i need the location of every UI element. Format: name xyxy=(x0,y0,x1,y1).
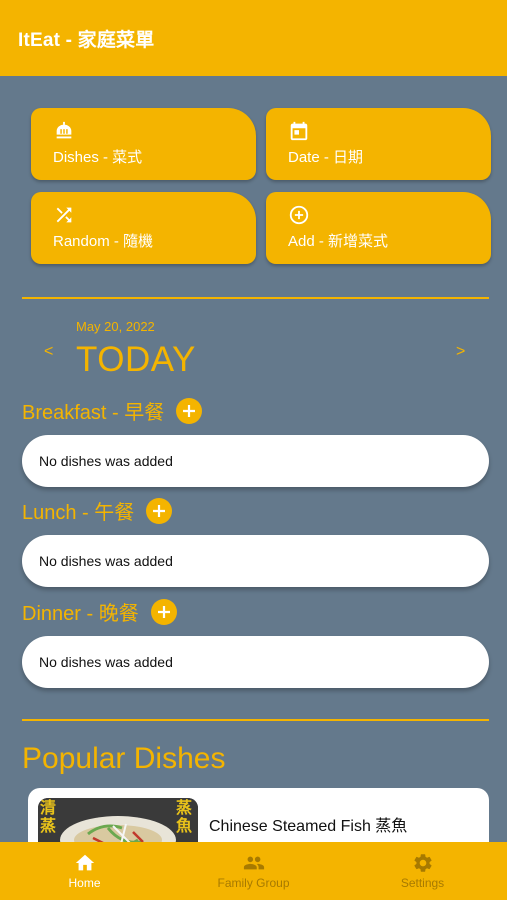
nav-settings-label: Settings xyxy=(400,876,445,890)
dinner-card: No dishes was added xyxy=(22,636,489,688)
breakfast-header: Breakfast - 早餐 xyxy=(22,396,203,425)
nav-home-label: Home xyxy=(68,876,101,890)
random-label: Random - 隨機 xyxy=(53,233,154,250)
gear-icon xyxy=(413,854,432,872)
breakfast-empty-text: No dishes was added xyxy=(39,453,173,469)
dinner-empty-text: No dishes was added xyxy=(39,654,173,670)
lunch-header: Lunch - 午餐 xyxy=(22,496,173,525)
breakfast-title: Breakfast - 早餐 xyxy=(22,402,165,424)
dinner-title: Dinner - 晚餐 xyxy=(22,603,139,625)
people-icon xyxy=(243,856,264,870)
lunch-empty-text: No dishes was added xyxy=(39,553,173,569)
calendar-icon xyxy=(290,121,308,141)
date-label: Date - 日期 xyxy=(288,149,364,166)
lunch-title: Lunch - 午餐 xyxy=(22,502,135,524)
app-bar: ItEat - 家庭菜單 xyxy=(0,0,507,76)
add-label: Add - 新增菜式 xyxy=(288,233,389,250)
add-lunch-button[interactable] xyxy=(146,497,173,524)
nav-family-group-label: Family Group xyxy=(217,876,290,890)
breakfast-card: No dishes was added xyxy=(22,435,489,487)
date-button[interactable]: Date - 日期 xyxy=(266,108,491,180)
next-day-button[interactable]: > xyxy=(456,343,465,361)
plus-icon xyxy=(153,504,166,517)
random-button[interactable]: Random - 隨機 xyxy=(31,192,256,264)
add-breakfast-button[interactable] xyxy=(176,397,203,424)
add-dish-button[interactable]: Add - 新增菜式 xyxy=(266,192,491,264)
plus-icon xyxy=(183,404,196,417)
dinner-header: Dinner - 晚餐 xyxy=(22,597,177,626)
nav-home[interactable]: Home xyxy=(0,842,169,900)
lunch-card: No dishes was added xyxy=(22,535,489,587)
app-title: ItEat - 家庭菜單 xyxy=(18,29,155,51)
day-heading: TODAY xyxy=(76,340,196,379)
dish-image-text-right: 蒸魚 xyxy=(176,800,193,835)
dish-name: Chinese Steamed Fish 蒸魚 xyxy=(209,818,408,835)
add-dinner-button[interactable] xyxy=(150,598,177,625)
plus-icon xyxy=(157,605,170,618)
dishes-button[interactable]: Dishes - 菜式 xyxy=(31,108,256,180)
nav-settings[interactable]: Settings xyxy=(338,842,507,900)
shuffle-icon xyxy=(56,207,72,223)
restaurant-icon xyxy=(56,121,72,139)
action-grid: Dishes - 菜式 Date - 日期 Random - 隨機 Add - … xyxy=(31,108,491,268)
home-icon xyxy=(75,854,94,871)
nav-family-group[interactable]: Family Group xyxy=(169,842,338,900)
prev-day-button[interactable]: < xyxy=(44,343,53,361)
current-date: May 20, 2022 xyxy=(76,319,155,334)
popular-dishes-title: Popular Dishes xyxy=(22,742,226,775)
add-circle-icon xyxy=(289,205,309,225)
dish-image-text-left: 清蒸 xyxy=(40,800,57,835)
dishes-label: Dishes - 菜式 xyxy=(53,149,143,166)
bottom-navigation: Home Family Group Settings xyxy=(0,842,507,900)
divider-top xyxy=(22,297,489,299)
divider-bottom xyxy=(22,719,489,721)
